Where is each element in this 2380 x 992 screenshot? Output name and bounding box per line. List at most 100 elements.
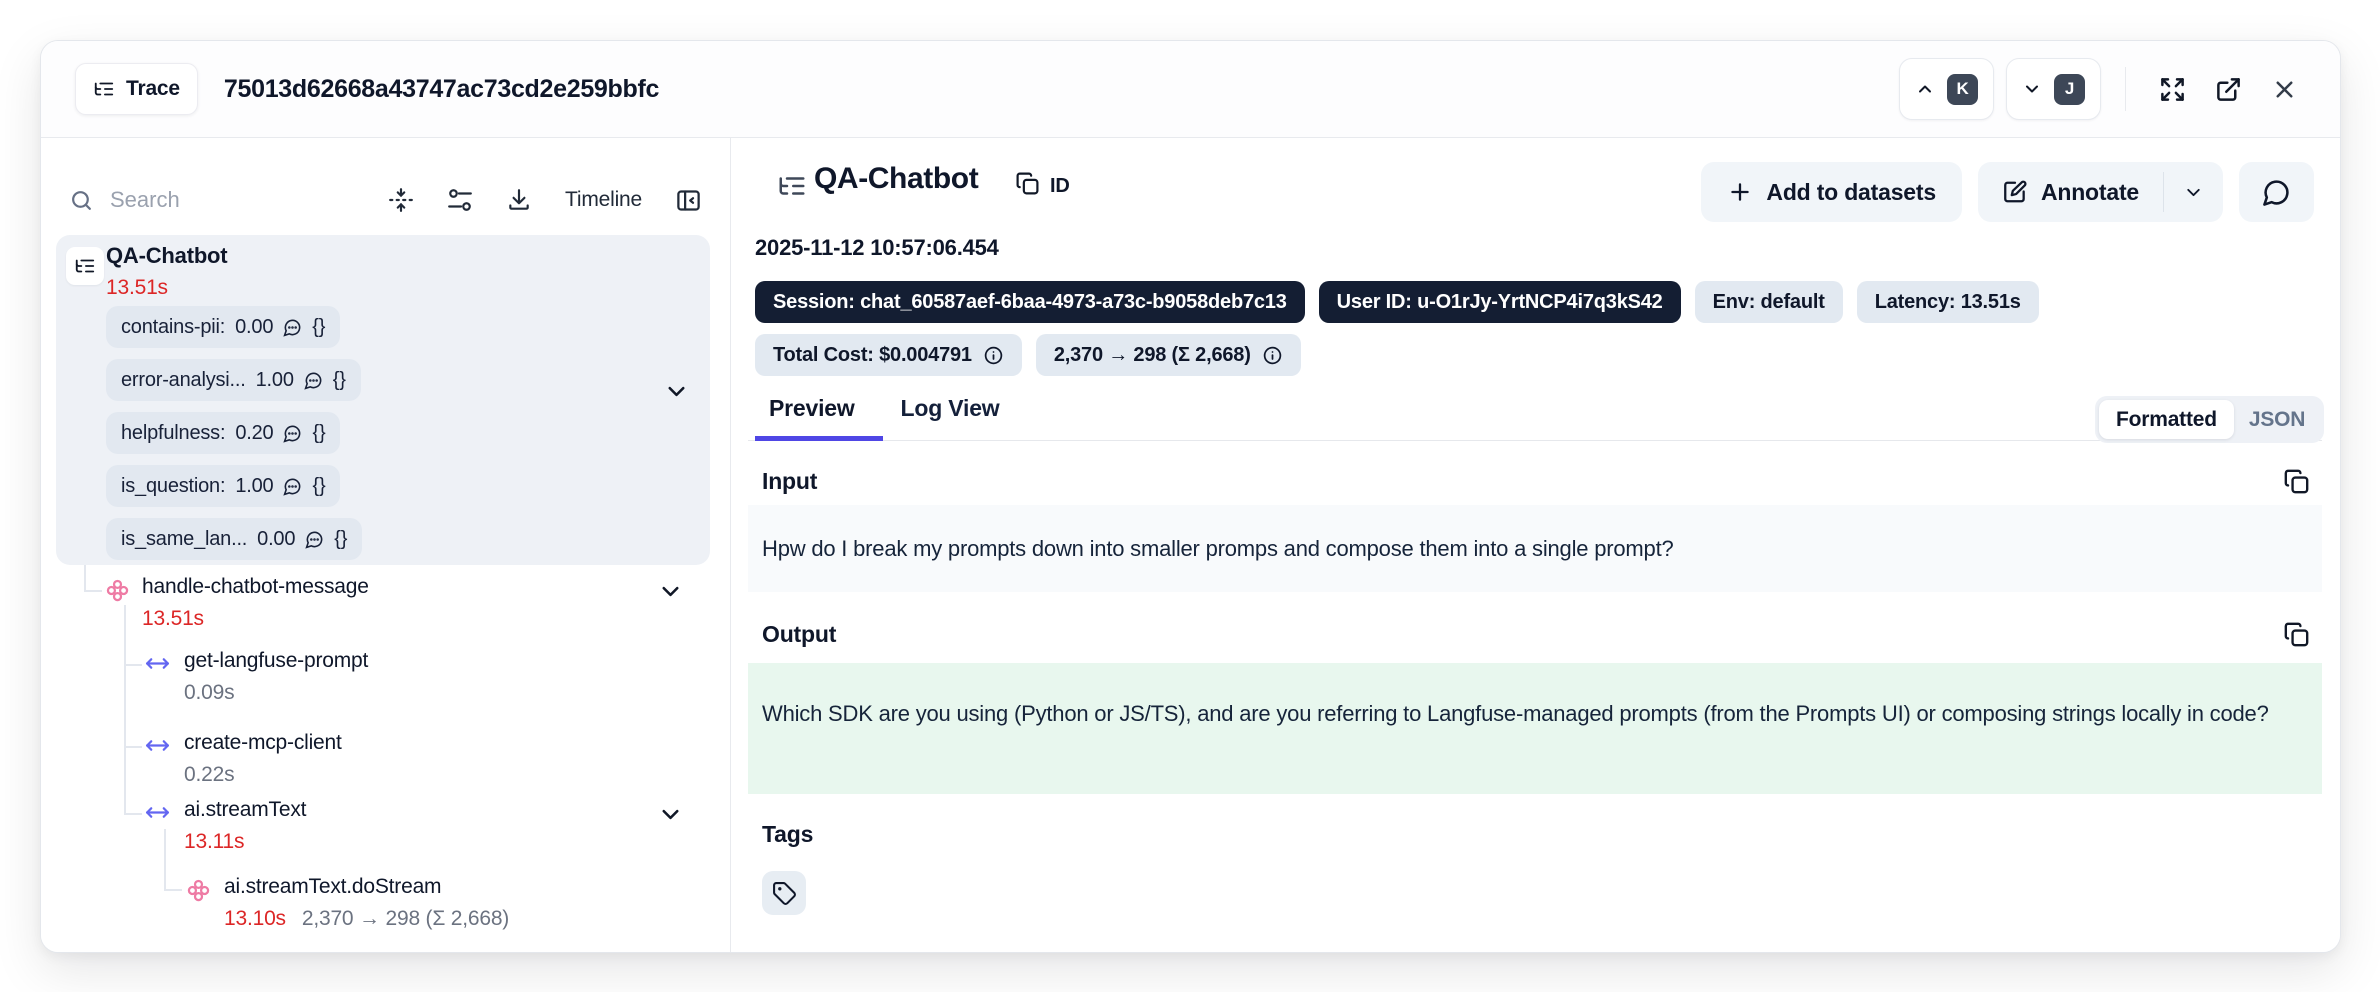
span-duration: 13.10s <box>224 907 286 931</box>
add-to-datasets-label: Add to datasets <box>1766 179 1936 206</box>
next-key-badge: J <box>2054 74 2085 105</box>
tree-connector <box>124 664 142 666</box>
score-value: 1.00 <box>235 475 273 498</box>
score-label: is_same_lan... <box>121 528 247 551</box>
tag-icon <box>772 881 797 906</box>
score-value: 0.00 <box>257 528 295 551</box>
token-usage-value: 2,370 → 298 (Σ 2,668) <box>1054 344 1251 367</box>
expand-icon <box>2159 76 2186 103</box>
total-cost-value: Total Cost: $0.004791 <box>773 344 972 367</box>
collapse-all-icon[interactable] <box>388 187 414 213</box>
format-toggle: Formatted JSON <box>2095 396 2324 443</box>
session-badge[interactable]: Session: chat_60587aef-6baa-4973-a73c-b9… <box>755 281 1305 323</box>
score-label: helpfulness: <box>121 422 225 445</box>
tree-connector <box>164 889 182 891</box>
sidebar-toolbar: Timeline <box>41 160 730 240</box>
trace-chip-label: Trace <box>126 77 180 101</box>
comment-icon <box>305 530 324 549</box>
timeline-toggle[interactable]: Timeline <box>565 188 642 212</box>
span-arrows-icon <box>145 733 170 758</box>
copy-id-icon[interactable] <box>1015 171 1040 196</box>
comment-icon <box>283 424 302 443</box>
external-link-icon <box>2215 76 2242 103</box>
collapse-span-chevron[interactable] <box>657 801 684 828</box>
tree-connector <box>84 565 86 590</box>
trace-id: 75013d62668a43747ac73cd2e259bbfc <box>224 75 659 104</box>
output-content: Which SDK are you using (Python or JS/TS… <box>748 663 2322 794</box>
tree-span-row[interactable]: create-mcp-client <box>184 731 342 755</box>
total-cost-badge[interactable]: Total Cost: $0.004791 <box>755 334 1022 376</box>
user-id-badge[interactable]: User ID: u-O1rJy-YrtNCP4i7q3kS42 <box>1319 281 1681 323</box>
score-badge[interactable]: is_same_lan... 0.00 {} <box>106 518 362 560</box>
collapse-panel-icon[interactable] <box>675 187 702 214</box>
tree-span-row[interactable]: get-langfuse-prompt <box>184 649 368 673</box>
sidebar-tools: Timeline <box>388 187 702 214</box>
tree-connector <box>84 590 102 592</box>
tree-connector <box>164 829 166 889</box>
root-duration: 13.51s <box>106 276 168 300</box>
collapse-root-chevron[interactable] <box>663 378 690 405</box>
add-to-datasets-button[interactable]: Add to datasets <box>1701 162 1962 222</box>
score-braces: {} <box>334 528 347 551</box>
active-tab-underline <box>755 436 883 441</box>
tab-log-view[interactable]: Log View <box>901 395 1000 422</box>
tree-root-row[interactable]: QA-Chatbot 13.51s contains-pii:0.00 {} e… <box>56 235 710 565</box>
format-json-option[interactable]: JSON <box>2234 400 2320 439</box>
score-badge[interactable]: is_question:1.00 {} <box>106 465 340 507</box>
search-input[interactable] <box>108 186 302 214</box>
tree-span-row[interactable]: ai.streamText <box>184 798 306 822</box>
comments-button[interactable] <box>2239 162 2314 222</box>
copy-output-icon[interactable] <box>2283 621 2310 648</box>
score-value: 1.00 <box>256 369 294 392</box>
add-tag-button[interactable] <box>762 871 806 915</box>
score-braces: {} <box>312 316 325 339</box>
trace-tree-sidebar: Timeline QA-Chatbot 13.51s contains-pii:… <box>41 138 731 952</box>
top-bar: Trace 75013d62668a43747ac73cd2e259bbfc K… <box>41 41 2340 138</box>
token-usage-badge[interactable]: 2,370 → 298 (Σ 2,668) <box>1036 334 1301 376</box>
chevron-down-icon <box>2022 79 2042 99</box>
score-badge[interactable]: error-analysi...1.00 {} <box>106 359 361 401</box>
score-braces: {} <box>312 422 325 445</box>
score-label: is_question: <box>121 475 225 498</box>
input-section-heading: Input <box>762 468 817 495</box>
next-trace-button[interactable]: J <box>2006 58 2101 120</box>
score-badge[interactable]: contains-pii:0.00 {} <box>106 306 340 348</box>
root-span-name: QA-Chatbot <box>106 243 227 269</box>
span-arrows-icon <box>145 651 170 676</box>
prev-trace-button[interactable]: K <box>1899 58 1994 120</box>
open-in-new-button[interactable] <box>2206 67 2250 111</box>
score-label: error-analysi... <box>121 369 246 392</box>
list-tree-icon <box>777 171 807 201</box>
input-text: Hpw do I break my prompts down into smal… <box>762 536 1674 562</box>
tab-preview[interactable]: Preview <box>769 395 855 422</box>
annotate-split-button: Annotate <box>1978 162 2223 222</box>
tree-connector <box>124 746 142 748</box>
view-settings-icon[interactable] <box>447 187 473 213</box>
format-formatted-option[interactable]: Formatted <box>2099 400 2234 439</box>
annotate-menu-button[interactable] <box>2164 162 2223 222</box>
close-button[interactable] <box>2262 67 2306 111</box>
list-tree-icon <box>93 78 115 100</box>
annotate-button[interactable]: Annotate <box>1978 162 2163 222</box>
score-value: 0.00 <box>235 316 273 339</box>
tree-span-row[interactable]: ai.streamText.doStream <box>224 875 441 899</box>
env-badge: Env: default <box>1695 281 1843 323</box>
input-content: Hpw do I break my prompts down into smal… <box>748 505 2322 592</box>
download-icon[interactable] <box>506 187 532 213</box>
copy-input-icon[interactable] <box>2283 468 2310 495</box>
tree-connector <box>124 813 142 815</box>
detail-actions: Add to datasets Annotate <box>1701 162 2314 222</box>
collapse-span-chevron[interactable] <box>657 578 684 605</box>
score-badge[interactable]: helpfulness: 0.20 {} <box>106 412 340 454</box>
expand-button[interactable] <box>2150 67 2194 111</box>
plus-icon <box>1727 179 1753 205</box>
info-icon <box>983 345 1004 366</box>
prev-key-badge: K <box>1947 74 1978 105</box>
score-value: 0.20 <box>235 422 273 445</box>
tree-span-row[interactable]: handle-chatbot-message <box>142 575 369 599</box>
comment-bubble-icon <box>2262 178 2291 207</box>
span-generation-icon <box>104 577 131 604</box>
id-chip-label[interactable]: ID <box>1050 175 1070 198</box>
span-duration: 0.22s <box>184 763 234 787</box>
search-icon <box>69 188 94 213</box>
